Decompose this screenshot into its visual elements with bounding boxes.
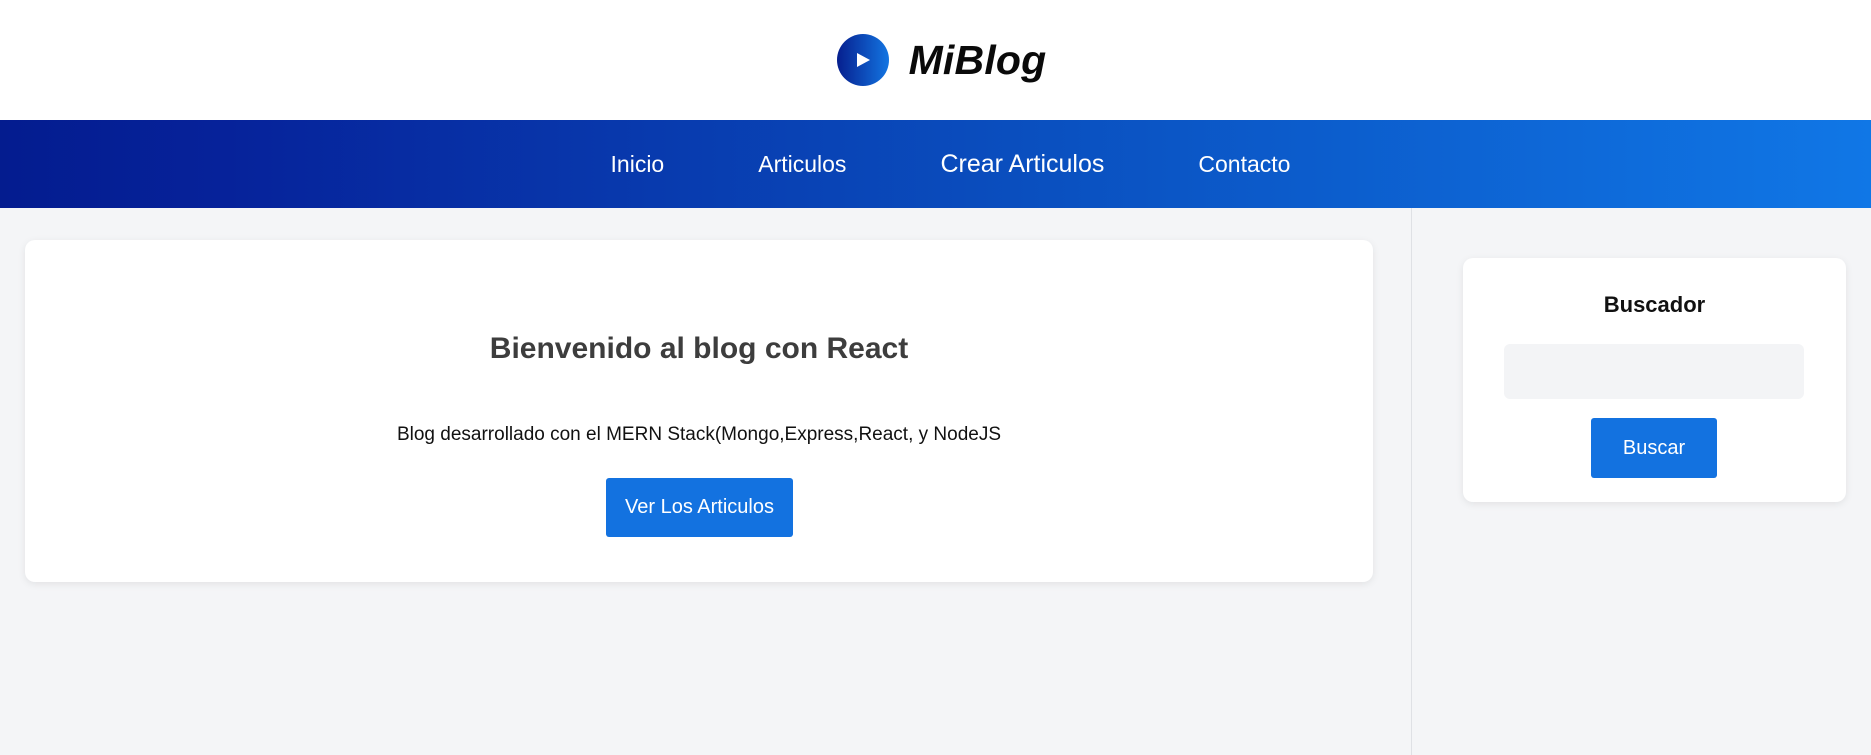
site-title: MiBlog (908, 36, 1047, 83)
play-circle-icon (836, 34, 889, 86)
view-articles-button[interactable]: Ver Los Articulos (606, 478, 793, 537)
nav-item-articulos[interactable]: Articulos (711, 151, 893, 178)
hero-subtitle: Blog desarrollado con el MERN Stack(Mong… (396, 424, 1002, 445)
hero-card: Bienvenido al blog con React Blog desarr… (25, 240, 1373, 582)
hero-title: Bienvenido al blog con React (489, 332, 909, 365)
nav-list: Inicio Articulos Crear Articulos Contact… (564, 150, 1338, 179)
nav-item-crear-articulos[interactable]: Crear Articulos (893, 150, 1151, 179)
search-button[interactable]: Buscar (1591, 418, 1717, 478)
nav-item-contacto[interactable]: Contacto (1151, 151, 1337, 178)
site-header: MiBlog (0, 0, 1871, 120)
sidebar: Buscador Buscar (1411, 208, 1871, 755)
search-input[interactable] (1504, 344, 1804, 399)
logo[interactable]: MiBlog (836, 34, 1047, 86)
search-title: Buscador (1603, 292, 1706, 317)
main-nav: Inicio Articulos Crear Articulos Contact… (0, 120, 1871, 208)
play-triangle-icon (856, 53, 870, 67)
nav-item-inicio[interactable]: Inicio (564, 151, 712, 178)
main-content: Bienvenido al blog con React Blog desarr… (0, 208, 1411, 755)
search-widget: Buscador Buscar (1463, 258, 1846, 502)
